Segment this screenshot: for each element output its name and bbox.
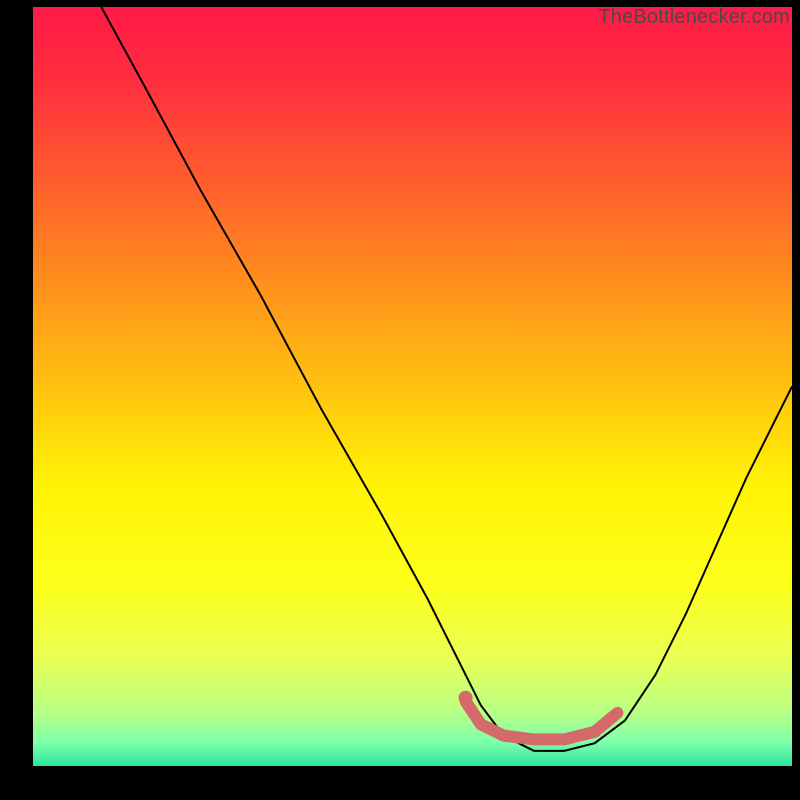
chart-curves xyxy=(33,7,792,766)
highlight-segment xyxy=(466,701,618,739)
marker-dot xyxy=(459,691,473,705)
watermark-text: TheBottlenecker.com xyxy=(598,6,790,29)
bottleneck-curve xyxy=(101,7,792,751)
plot-area xyxy=(33,7,792,766)
chart-frame: TheBottlenecker.com xyxy=(0,0,800,800)
